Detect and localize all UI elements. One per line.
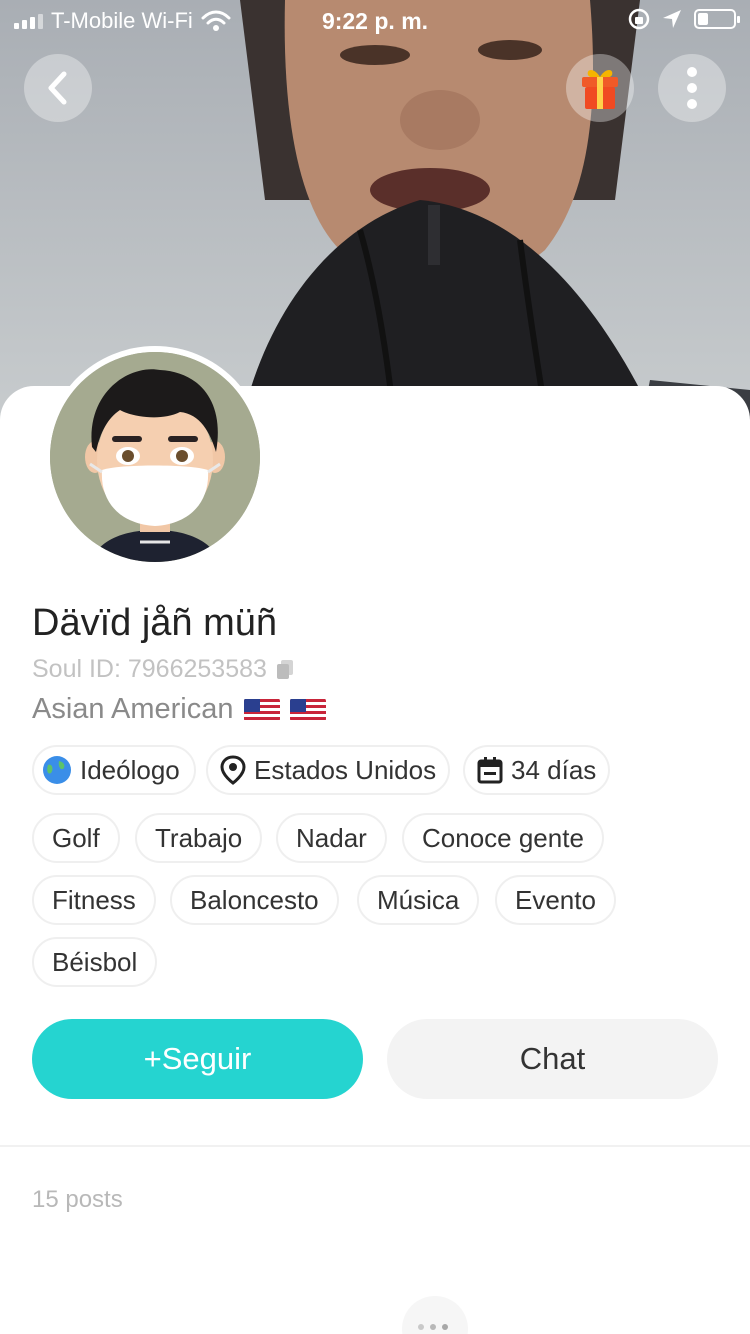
more-options-button[interactable] xyxy=(658,54,726,122)
back-button[interactable] xyxy=(24,54,92,122)
tag-label: Trabajo xyxy=(155,822,243,853)
tag-chip[interactable]: Música xyxy=(357,875,480,925)
tag-chip[interactable]: Baloncesto xyxy=(170,875,339,925)
copy-icon[interactable] xyxy=(276,659,293,680)
calendar-icon xyxy=(477,757,503,784)
tag-chip[interactable]: Béisbol xyxy=(32,937,158,987)
us-flag-icon xyxy=(289,698,326,722)
tag-label: Conoce gente xyxy=(422,822,584,853)
chip-days[interactable]: 34 días xyxy=(463,745,611,795)
chip-days-label: 34 días xyxy=(511,754,597,785)
posts-count: 15 posts xyxy=(32,1186,123,1213)
follow-button[interactable]: +Seguir xyxy=(32,1019,363,1099)
chip-role[interactable]: Ideólogo xyxy=(32,745,196,795)
battery-icon xyxy=(694,9,740,29)
chip-location[interactable]: Estados Unidos xyxy=(206,745,451,795)
gift-button[interactable] xyxy=(566,54,634,122)
divider xyxy=(0,1145,750,1147)
status-bar: T-Mobile Wi-Fi 9:22 p. m. xyxy=(0,0,750,42)
soul-id: Soul ID: 7966253583 xyxy=(32,655,267,683)
chat-button[interactable]: Chat xyxy=(387,1019,718,1099)
tag-label: Golf xyxy=(52,822,100,853)
soul-id-row[interactable]: Soul ID: 7966253583 xyxy=(32,655,293,684)
chip-location-label: Estados Unidos xyxy=(254,754,437,785)
tag-label: Béisbol xyxy=(52,946,138,977)
profile-name: Dävïd jåñ müñ xyxy=(32,602,278,644)
tag-chip[interactable]: Golf xyxy=(32,813,120,863)
tag-label: Fitness xyxy=(52,884,136,915)
tag-label: Baloncesto xyxy=(190,884,319,915)
status-right xyxy=(628,8,740,30)
tag-label: Nadar xyxy=(296,822,367,853)
orientation-lock-icon xyxy=(628,8,650,30)
globe-icon xyxy=(43,756,71,784)
gift-icon xyxy=(582,70,618,109)
tag-chip[interactable]: Conoce gente xyxy=(402,813,604,863)
avatar-image xyxy=(50,352,260,562)
profile-bio: Asian American xyxy=(32,693,326,726)
tag-label: Evento xyxy=(515,884,596,915)
tag-chip[interactable]: Evento xyxy=(495,875,616,925)
more-vertical-icon xyxy=(687,67,697,109)
us-flag-icon xyxy=(243,698,280,722)
avatar[interactable] xyxy=(44,346,266,568)
location-pin-icon xyxy=(220,755,246,785)
tag-chip[interactable]: Trabajo xyxy=(135,813,263,863)
tag-label: Música xyxy=(377,884,460,915)
tag-chip[interactable]: Fitness xyxy=(32,875,156,925)
location-arrow-icon xyxy=(663,10,681,28)
back-chevron-icon xyxy=(48,71,67,105)
chip-role-label: Ideólogo xyxy=(80,754,180,785)
bio-text: Asian American xyxy=(32,693,234,725)
tag-chip[interactable]: Nadar xyxy=(276,813,387,863)
